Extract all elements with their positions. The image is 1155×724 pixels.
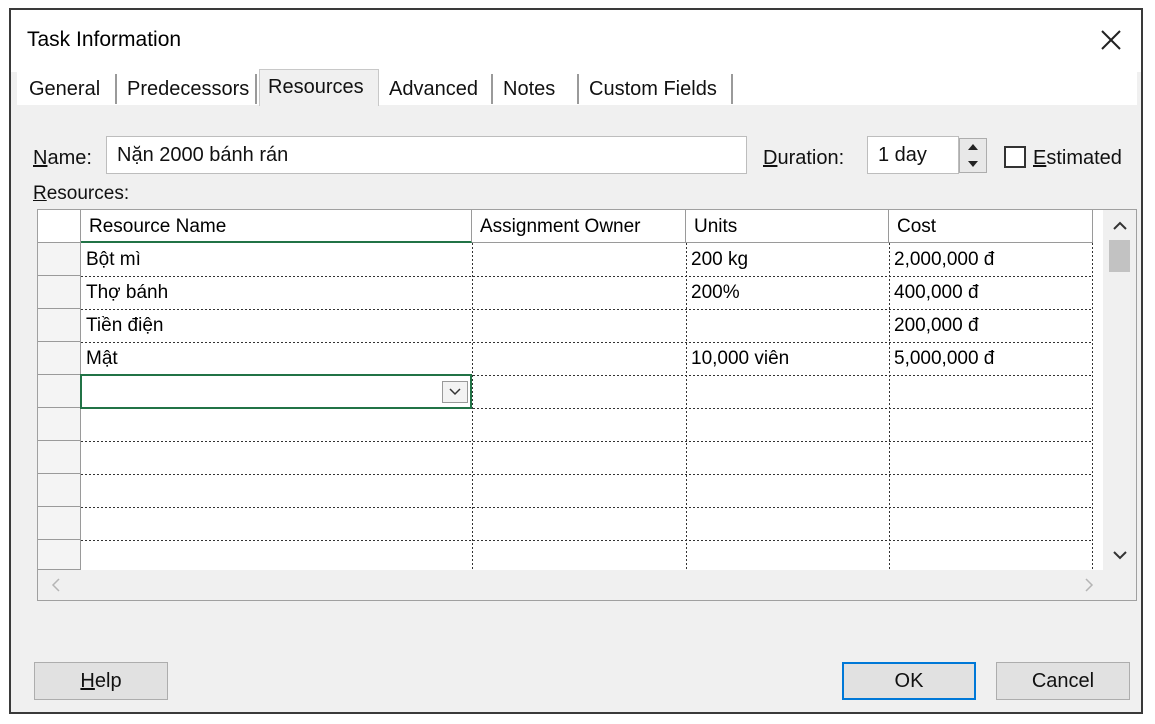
scroll-left-button[interactable] [44, 574, 66, 596]
estimated-label: Estimated [1033, 147, 1122, 169]
spin-up-button[interactable] [960, 139, 986, 156]
chevron-down-icon [1112, 550, 1127, 559]
title-bar: Task Information [11, 10, 1141, 72]
resource-dropdown-button[interactable] [442, 381, 468, 403]
help-button[interactable]: Help [34, 662, 168, 700]
cell-assignment-owner[interactable] [472, 276, 686, 309]
duration-label: Duration: [763, 147, 845, 169]
cell-cost[interactable] [889, 375, 1092, 408]
cell-cost[interactable]: 400,000 đ [889, 276, 1092, 309]
resources-label: Resources: [33, 183, 130, 204]
tab-strip: General Predecessors Resources Advanced … [17, 69, 1137, 106]
duration-spinner[interactable] [959, 138, 987, 173]
ok-button[interactable]: OK [842, 662, 976, 700]
tab-predecessors[interactable]: Predecessors [119, 74, 257, 104]
triangle-down-icon [968, 160, 978, 167]
estimated-checkbox[interactable] [1004, 146, 1026, 168]
cell-assignment-owner[interactable] [472, 375, 686, 408]
task-information-dialog: Task Information General Predecessors Re… [9, 8, 1143, 714]
name-input[interactable]: Nặn 2000 bánh rán [106, 136, 747, 174]
resources-tab-panel: Name: Nặn 2000 bánh rán Duration: 1 day … [17, 105, 1137, 615]
cell-resource-name[interactable]: Tiền điện [81, 309, 472, 342]
tab-general[interactable]: General [21, 74, 117, 104]
scroll-up-button[interactable] [1103, 214, 1136, 236]
cell-cost[interactable]: 200,000 đ [889, 309, 1092, 342]
horizontal-scrollbar[interactable] [38, 570, 1136, 600]
tab-resources[interactable]: Resources [259, 69, 379, 106]
cell-units[interactable]: 200 kg [686, 243, 889, 276]
chevron-left-icon [51, 578, 60, 592]
active-cell-resource-name[interactable] [80, 374, 472, 409]
cell-assignment-owner[interactable] [472, 342, 686, 375]
dialog-title: Task Information [27, 28, 182, 51]
vertical-scrollbar[interactable] [1103, 210, 1136, 570]
cell-units[interactable] [686, 309, 889, 342]
close-button[interactable] [1091, 22, 1131, 58]
close-icon [1101, 30, 1121, 50]
cell-resource-name[interactable]: Thợ bánh [81, 276, 472, 309]
name-label: Name: [33, 147, 92, 169]
scroll-right-button[interactable] [1078, 574, 1100, 596]
chevron-down-icon [449, 388, 461, 396]
chevron-up-icon [1112, 221, 1127, 230]
cell-units[interactable]: 200% [686, 276, 889, 309]
cell-assignment-owner[interactable] [472, 309, 686, 342]
cell-cost[interactable]: 5,000,000 đ [889, 342, 1092, 375]
spin-down-button[interactable] [960, 156, 986, 173]
help-button-label: elp [94, 669, 122, 692]
scroll-down-button[interactable] [1103, 544, 1136, 566]
tab-advanced[interactable]: Advanced [381, 74, 493, 104]
cancel-button[interactable]: Cancel [996, 662, 1130, 700]
chevron-right-icon [1084, 578, 1093, 592]
triangle-up-icon [968, 144, 978, 151]
scroll-thumb[interactable] [1109, 240, 1130, 272]
duration-input[interactable]: 1 day [867, 136, 959, 174]
cell-assignment-owner[interactable] [472, 243, 686, 276]
cell-resource-name[interactable]: Mật [81, 342, 472, 375]
help-button-mnemonic: H [80, 669, 95, 692]
cell-units[interactable]: 10,000 viên [686, 342, 889, 375]
tab-notes[interactable]: Notes [495, 74, 579, 104]
resources-grid: Resource Name Assignment Owner Units Cos… [37, 209, 1137, 601]
cell-cost[interactable]: 2,000,000 đ [889, 243, 1092, 276]
cell-resource-name[interactable]: Bột mì [81, 243, 472, 276]
cell-units[interactable] [686, 375, 889, 408]
tab-custom-fields[interactable]: Custom Fields [581, 74, 733, 104]
